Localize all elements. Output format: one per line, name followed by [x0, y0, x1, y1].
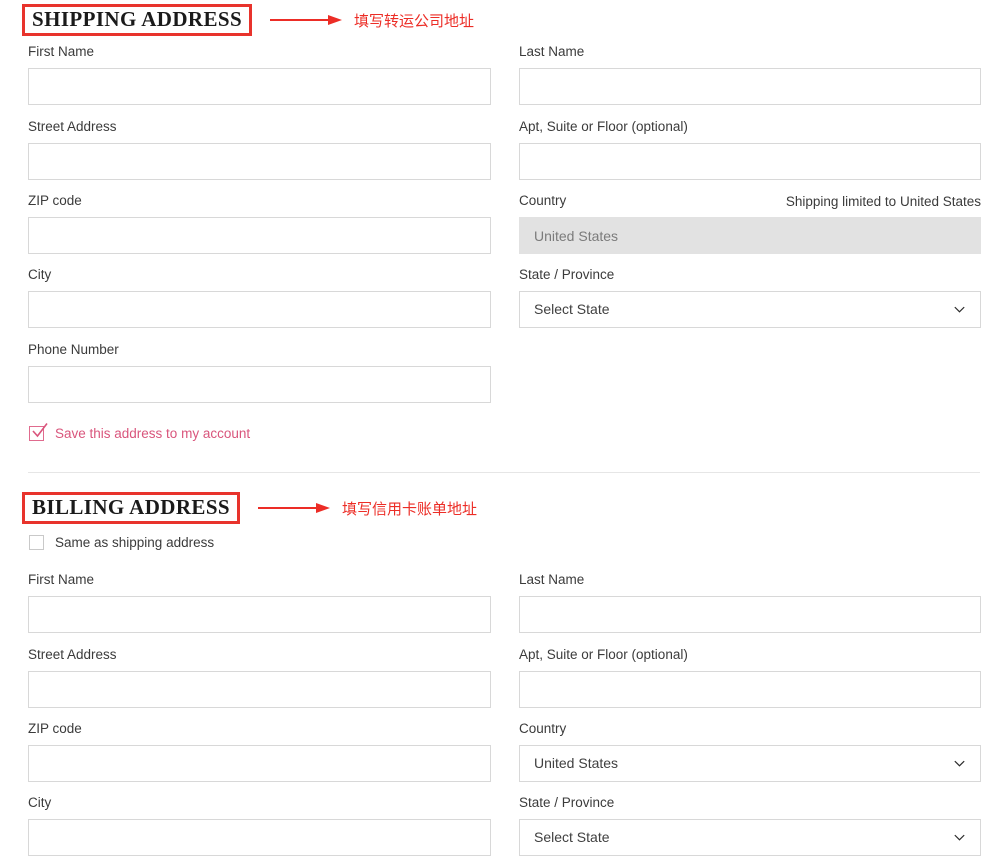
billing-first-name-input[interactable]	[28, 595, 491, 633]
billing-zip-field: ZIP code	[28, 722, 491, 782]
shipping-zip-field: ZIP code	[28, 194, 491, 254]
chevron-down-icon	[954, 306, 965, 313]
same-as-shipping-checkbox[interactable]	[29, 535, 44, 550]
shipping-country-label: Country	[519, 193, 567, 208]
billing-city-input[interactable]	[28, 818, 491, 856]
shipping-street-label: Street Address	[28, 119, 117, 134]
chevron-down-icon	[954, 760, 965, 767]
shipping-country-label-row: Country Shipping limited to United State…	[519, 193, 981, 209]
checkout-address-form: SHIPPING ADDRESS 填写转运公司地址 First Name Las…	[0, 0, 997, 859]
billing-zip-label: ZIP code	[28, 721, 82, 736]
billing-address-heading: BILLING ADDRESS 填写信用卡账单地址	[22, 492, 477, 525]
billing-city-field: City	[28, 796, 491, 856]
shipping-phone-label: Phone Number	[28, 342, 119, 357]
shipping-last-name-input[interactable]	[519, 67, 981, 105]
shipping-country-field: Country Shipping limited to United State…	[519, 194, 981, 254]
shipping-zip-input[interactable]	[28, 216, 491, 254]
billing-address-title: BILLING ADDRESS	[22, 492, 240, 525]
shipping-apt-field: Apt, Suite or Floor (optional)	[519, 120, 981, 180]
shipping-first-name-input[interactable]	[28, 67, 491, 105]
billing-street-field: Street Address	[28, 648, 491, 708]
billing-apt-label: Apt, Suite or Floor (optional)	[519, 647, 688, 662]
billing-zip-input[interactable]	[28, 744, 491, 782]
billing-apt-field: Apt, Suite or Floor (optional)	[519, 648, 981, 708]
shipping-address-title: SHIPPING ADDRESS	[22, 4, 253, 37]
arrow-right-icon	[270, 15, 343, 26]
billing-city-label: City	[28, 795, 52, 810]
same-as-shipping-label: Same as shipping address	[55, 535, 215, 550]
shipping-city-field: City	[28, 268, 491, 328]
shipping-country-select: United States	[519, 217, 981, 254]
billing-annotation-text: 填写信用卡账单地址	[341, 499, 477, 518]
billing-country-label: Country	[519, 721, 567, 736]
shipping-address-heading: SHIPPING ADDRESS 填写转运公司地址	[22, 4, 475, 37]
billing-first-name-label: First Name	[28, 572, 95, 587]
billing-state-select[interactable]: Select State	[519, 818, 981, 856]
shipping-first-name-label: First Name	[28, 44, 95, 59]
arrow-right-icon	[257, 503, 330, 514]
shipping-state-select[interactable]: Select State	[519, 290, 981, 328]
billing-apt-input[interactable]	[519, 670, 981, 708]
shipping-country-value: United States	[534, 227, 619, 244]
billing-last-name-input[interactable]	[519, 595, 981, 633]
billing-country-field: Country United States	[519, 722, 981, 782]
shipping-annotation-text: 填写转运公司地址	[354, 11, 475, 30]
shipping-last-name-field: Last Name	[519, 45, 981, 105]
shipping-apt-label: Apt, Suite or Floor (optional)	[519, 119, 688, 134]
shipping-zip-label: ZIP code	[28, 193, 82, 208]
shipping-state-value: Select State	[534, 301, 610, 317]
save-address-checkbox[interactable]	[29, 423, 48, 441]
shipping-apt-input[interactable]	[519, 142, 981, 180]
billing-street-input[interactable]	[28, 670, 491, 708]
shipping-street-field: Street Address	[28, 120, 491, 180]
shipping-phone-input[interactable]	[28, 365, 491, 403]
billing-state-value: Select State	[534, 829, 610, 845]
billing-last-name-label: Last Name	[519, 572, 585, 587]
billing-country-select[interactable]: United States	[519, 744, 981, 782]
shipping-city-input[interactable]	[28, 290, 491, 328]
billing-last-name-field: Last Name	[519, 573, 981, 633]
billing-street-label: Street Address	[28, 647, 117, 662]
check-icon	[32, 423, 48, 438]
shipping-last-name-label: Last Name	[519, 44, 585, 59]
shipping-phone-field: Phone Number	[28, 343, 491, 403]
shipping-street-input[interactable]	[28, 142, 491, 180]
shipping-state-label: State / Province	[519, 267, 615, 282]
shipping-first-name-field: First Name	[28, 45, 491, 105]
billing-country-value: United States	[534, 755, 619, 771]
same-as-shipping-row[interactable]: Same as shipping address	[29, 535, 214, 550]
billing-state-field: State / Province Select State	[519, 796, 981, 856]
billing-state-label: State / Province	[519, 795, 615, 810]
save-address-checkbox-row[interactable]: Save this address to my account	[29, 423, 251, 441]
shipping-state-field: State / Province Select State	[519, 268, 981, 328]
save-address-label: Save this address to my account	[55, 426, 251, 441]
section-divider	[28, 472, 980, 473]
billing-first-name-field: First Name	[28, 573, 491, 633]
chevron-down-icon	[954, 834, 965, 841]
shipping-country-hint: Shipping limited to United States	[785, 194, 981, 209]
shipping-city-label: City	[28, 267, 52, 282]
